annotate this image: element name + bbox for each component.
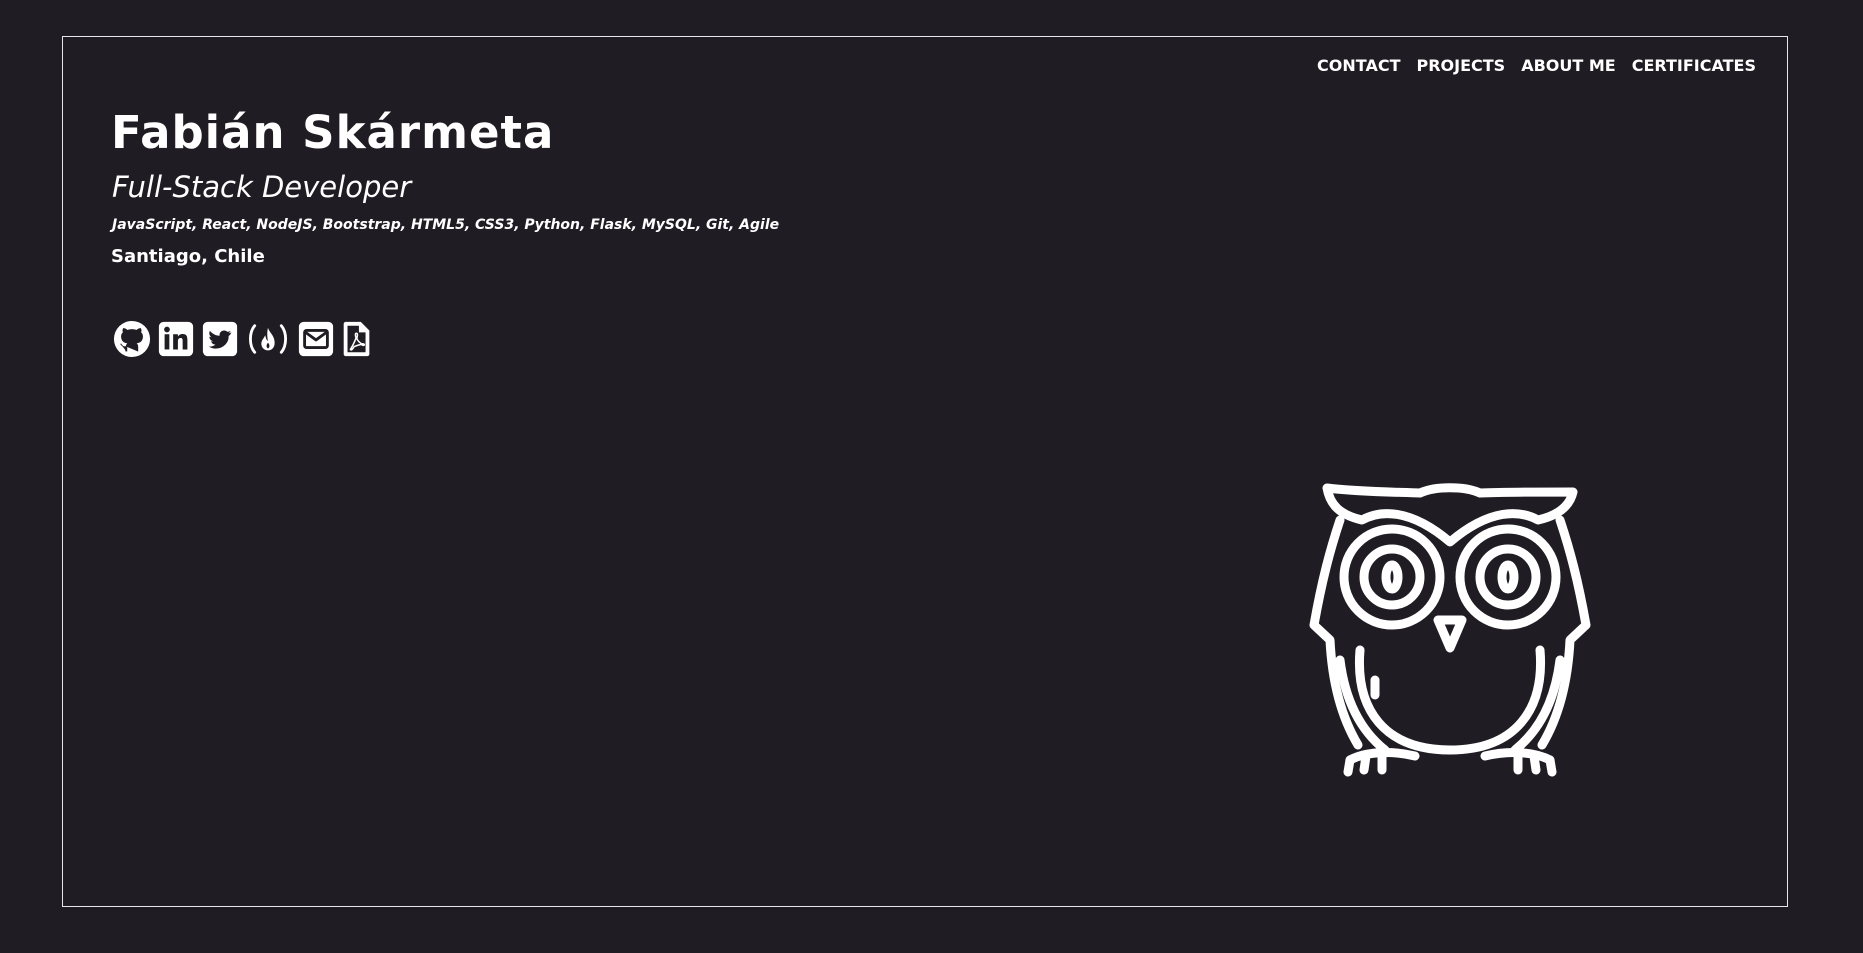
nav-certificates-link[interactable]: CERTIFICATES — [1632, 56, 1756, 75]
hero-role: Full-Stack Developer — [112, 170, 412, 204]
pdf-file-icon[interactable] — [341, 320, 373, 358]
linkedin-icon[interactable] — [157, 320, 195, 358]
hero-skills: JavaScript, React, NodeJS, Bootstrap, HT… — [112, 217, 780, 233]
github-icon[interactable] — [113, 320, 151, 358]
nav-contact-link[interactable]: CONTACT — [1317, 56, 1400, 75]
envelope-icon[interactable] — [297, 320, 335, 358]
owl-icon — [1309, 483, 1591, 777]
nav-about-me-link[interactable]: ABOUT ME — [1521, 56, 1616, 75]
twitter-icon[interactable] — [201, 320, 239, 358]
hero-name: Fabián Skármeta — [111, 106, 555, 159]
nav-projects-link[interactable]: PROJECTS — [1416, 56, 1505, 75]
social-links — [113, 320, 373, 358]
top-nav: CONTACT PROJECTS ABOUT ME CERTIFICATES — [1317, 56, 1756, 75]
hero-location: Santiago, Chile — [111, 246, 265, 267]
freecodecamp-icon[interactable] — [245, 320, 291, 358]
